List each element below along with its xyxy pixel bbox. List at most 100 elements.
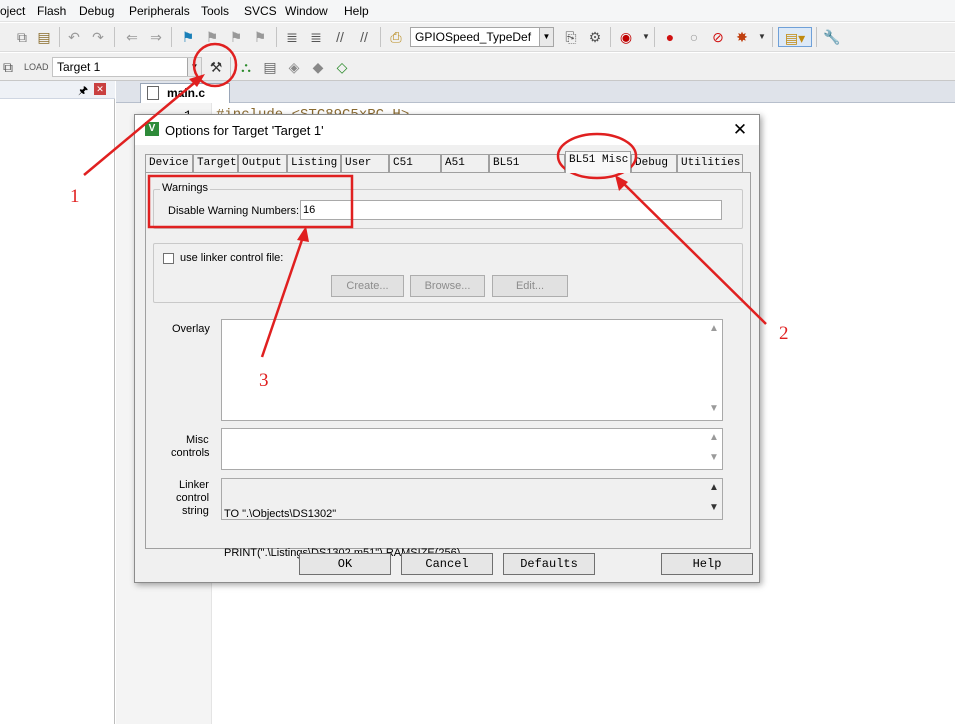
- tab-device[interactable]: Device: [145, 154, 193, 173]
- scrollbar[interactable]: ▲ ▼: [706, 429, 722, 469]
- close-icon[interactable]: ✕: [731, 120, 749, 140]
- download-icon[interactable]: LOAD: [24, 57, 49, 77]
- paste-icon[interactable]: ▤: [34, 27, 54, 47]
- tab-utilities[interactable]: Utilities: [677, 154, 743, 173]
- tab-a51[interactable]: A51: [441, 154, 489, 173]
- use-linker-label: use linker control file:: [180, 252, 284, 264]
- target-options-icon[interactable]: ⚒: [206, 57, 226, 77]
- tab-bl51-locate[interactable]: BL51 Locate: [489, 154, 565, 186]
- copy-icon[interactable]: ⧉: [12, 27, 32, 47]
- pin-icon[interactable]: 🖈: [78, 82, 88, 101]
- toolbar-separator: [380, 27, 381, 47]
- toolbar-separator: [171, 27, 172, 47]
- use-linker-checkbox[interactable]: [163, 253, 174, 264]
- window-layout-icon[interactable]: ▤▾: [778, 27, 812, 47]
- undo-icon[interactable]: ↶: [64, 27, 84, 47]
- menu-peripherals[interactable]: Peripherals: [129, 4, 190, 18]
- find-combo-value: GPIOSpeed_TypeDef: [415, 30, 532, 44]
- nav-back-icon[interactable]: ⇐: [122, 27, 142, 47]
- tab-target[interactable]: Target: [193, 154, 238, 173]
- menu-flash[interactable]: Flash: [37, 4, 66, 18]
- debug-session-icon[interactable]: ◉: [616, 27, 636, 47]
- dialog-tabs: Device Target Output Listing User C51 A5…: [145, 151, 751, 186]
- redo-icon[interactable]: ↷: [88, 27, 108, 47]
- linker-label-1: Linker: [179, 479, 209, 491]
- menu-project[interactable]: oject: [0, 4, 25, 18]
- breakpoint-disable-icon[interactable]: ○: [684, 27, 704, 47]
- find-combo[interactable]: GPIOSpeed_TypeDef ▼: [410, 27, 554, 47]
- scroll-down-icon[interactable]: ▼: [706, 403, 722, 417]
- create-button[interactable]: Create...: [331, 275, 404, 297]
- chevron-down-icon[interactable]: ▼: [636, 27, 656, 47]
- scroll-up-icon[interactable]: ▲: [706, 323, 722, 337]
- tab-listing[interactable]: Listing: [287, 154, 341, 173]
- configure-icon[interactable]: 🔧: [822, 27, 842, 47]
- menu-tools[interactable]: Tools: [201, 4, 229, 18]
- tab-bl51-misc[interactable]: BL51 Misc: [565, 151, 631, 173]
- overlay-textarea[interactable]: ▲ ▼: [221, 319, 723, 421]
- linker-control-string[interactable]: TO ".\Objects\DS1302" PRINT(".\Listings\…: [221, 478, 723, 559]
- file-tab-main[interactable]: main.c: [140, 83, 230, 103]
- pack-installer-icon[interactable]: ◇: [332, 57, 352, 77]
- close-icon[interactable]: ✕: [94, 83, 106, 95]
- scroll-down-icon[interactable]: ▼: [706, 502, 722, 516]
- unindent-icon[interactable]: ≣: [306, 27, 326, 47]
- breakpoint-kill-icon[interactable]: ✸: [732, 27, 752, 47]
- menu-debug[interactable]: Debug: [79, 4, 114, 18]
- nav-forward-icon[interactable]: ⇒: [146, 27, 166, 47]
- bookmark-next-icon[interactable]: ⚑: [226, 27, 246, 47]
- menu-window[interactable]: Window: [285, 4, 328, 18]
- chevron-down-icon[interactable]: ▼: [752, 27, 772, 47]
- scrollbar[interactable]: ▲ ▼: [706, 479, 722, 519]
- indent-icon[interactable]: ≣: [282, 27, 302, 47]
- tab-c51[interactable]: C51: [389, 154, 441, 173]
- comment-icon[interactable]: //: [330, 27, 350, 47]
- options-dialog: V Options for Target 'Target 1' ✕ Device…: [134, 114, 760, 583]
- menu-help[interactable]: Help: [344, 4, 369, 18]
- disable-warning-input[interactable]: 16: [300, 200, 722, 220]
- menu-bar: oject Flash Debug Peripherals Tools SVCS…: [0, 0, 955, 22]
- cancel-button[interactable]: Cancel: [401, 553, 493, 575]
- help-button[interactable]: Help: [661, 553, 753, 575]
- chevron-down-icon[interactable]: ▼: [539, 28, 553, 46]
- defaults-button[interactable]: Defaults: [503, 553, 595, 575]
- toolbar-separator: [59, 27, 60, 47]
- breakpoint-clear-icon[interactable]: ⊘: [708, 27, 728, 47]
- misc-controls-textarea[interactable]: ▲ ▼: [221, 428, 723, 470]
- uncomment-icon[interactable]: //: [354, 27, 374, 47]
- target-combo[interactable]: Target 1 ▼: [52, 57, 202, 77]
- find-icon[interactable]: ⎘: [561, 27, 581, 47]
- toolbar-separator: [610, 27, 611, 47]
- tab-debug[interactable]: Debug: [631, 154, 677, 173]
- scroll-up-icon[interactable]: ▲: [706, 482, 722, 496]
- tab-user[interactable]: User: [341, 154, 389, 173]
- run-time-env-icon[interactable]: ◆: [308, 57, 328, 77]
- tab-output[interactable]: Output: [238, 154, 287, 173]
- find-in-files-icon[interactable]: ⎙: [386, 27, 406, 47]
- bookmark-clear-icon[interactable]: ⚑: [250, 27, 270, 47]
- browse-button[interactable]: Browse...: [410, 275, 485, 297]
- project-pane-header: 🖈 ✕: [0, 81, 115, 99]
- chevron-down-icon[interactable]: ▼: [187, 58, 201, 76]
- ok-button[interactable]: OK: [299, 553, 391, 575]
- bookmark-prev-icon[interactable]: ⚑: [202, 27, 222, 47]
- select-pack-icon[interactable]: ◈: [284, 57, 304, 77]
- breakpoint-icon[interactable]: ●: [660, 27, 680, 47]
- build-toolbar: ⧉ LOAD Target 1 ▼ ⚒ ⛬ ▤ ◈ ◆ ◇: [0, 53, 955, 81]
- scrollbar[interactable]: ▲ ▼: [706, 320, 722, 420]
- edit-button[interactable]: Edit...: [492, 275, 568, 297]
- overlay-label: Overlay: [172, 323, 210, 335]
- manage-components-icon[interactable]: ▤: [260, 57, 280, 77]
- batch-build-icon[interactable]: ⧉: [0, 57, 18, 77]
- menu-svcs[interactable]: SVCS: [244, 4, 277, 18]
- bl51-misc-panel: Warnings Disable Warning Numbers: 16 use…: [145, 172, 751, 559]
- incremental-find-icon[interactable]: ⚙: [585, 27, 605, 47]
- manage-project-icon[interactable]: ⛬: [236, 57, 256, 77]
- scroll-up-icon[interactable]: ▲: [706, 432, 722, 446]
- scroll-down-icon[interactable]: ▼: [706, 452, 722, 466]
- warnings-group: Warnings Disable Warning Numbers: 16: [153, 182, 743, 229]
- annotation-label-3: 3: [259, 370, 269, 391]
- bookmark-icon[interactable]: ⚑: [178, 27, 198, 47]
- misc-label-2: controls: [171, 447, 210, 459]
- toolbar-separator: [654, 27, 655, 47]
